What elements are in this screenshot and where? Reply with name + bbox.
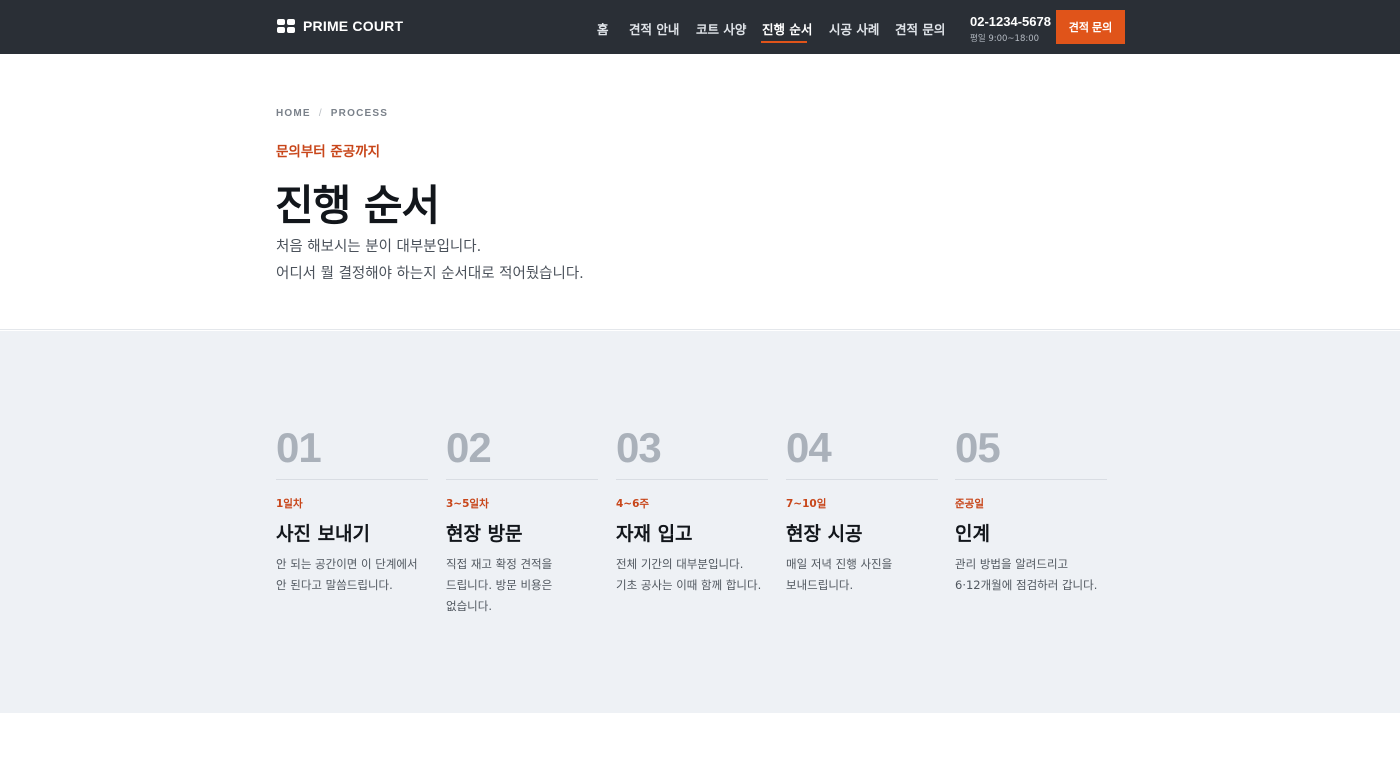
step-description: 전체 기간의 대부분입니다. 기초 공사는 이때 함께 합니다.: [616, 554, 768, 596]
quote-inquiry-button[interactable]: 견적 문의: [1056, 10, 1125, 44]
brand-name: PRIME COURT: [303, 18, 404, 34]
step-description: 매일 저녁 진행 사진을 보내드립니다.: [786, 554, 938, 596]
step-desc-line: 관리 방법을 알려드리고: [955, 557, 1069, 571]
step-card: 01 1일차 사진 보내기 안 되는 공간이면 이 단계에서 안 된다고 말씀드…: [276, 427, 428, 596]
step-desc-line: 기초 공사는 이때 함께 합니다.: [616, 578, 762, 592]
breadcrumb-separator: /: [318, 108, 323, 119]
step-title: 현장 시공: [786, 523, 863, 545]
hero-section: HOME / PROCESS 문의부터 준공까지 진행 순서 처음 해보시는 분…: [0, 54, 1400, 330]
step-number: 01: [276, 424, 322, 471]
lead-line: 처음 해보시는 분이 대부분입니다.: [276, 239, 482, 255]
step-description: 안 되는 공간이면 이 단계에서 안 된다고 말씀드립니다.: [276, 554, 428, 596]
brand-logo[interactable]: PRIME COURT: [277, 18, 403, 34]
step-desc-line: 안 되는 공간이면 이 단계에서: [276, 557, 418, 571]
step-desc-line: 직접 재고 확정 견적을: [446, 557, 553, 571]
process-steps: 01 1일차 사진 보내기 안 되는 공간이면 이 단계에서 안 된다고 말씀드…: [0, 331, 1400, 713]
step-timing: 준공일: [955, 498, 984, 510]
phone-number[interactable]: 02-1234-5678: [970, 14, 1051, 29]
step-desc-line: 드립니다. 방문 비용은: [446, 578, 553, 592]
step-number: 05: [955, 424, 1001, 471]
active-nav-indicator: [761, 41, 807, 43]
page-title: 진행 순서: [275, 181, 440, 230]
step-title: 자재 입고: [616, 523, 693, 545]
breadcrumb-current: PROCESS: [330, 108, 389, 119]
eyebrow-text: 문의부터 준공까지: [276, 144, 381, 160]
step-timing: 1일차: [276, 498, 303, 510]
step-card: 02 3~5일차 현장 방문 직접 재고 확정 견적을 드립니다. 방문 비용은…: [446, 427, 598, 617]
step-timing: 7~10일: [786, 498, 827, 510]
nav-home[interactable]: 홈: [597, 19, 609, 38]
logo-icon: [277, 19, 295, 33]
breadcrumb: HOME / PROCESS: [276, 108, 388, 119]
step-description: 관리 방법을 알려드리고 6·12개월에 점검하러 갑니다.: [955, 554, 1107, 596]
site-header: PRIME COURT 홈 견적 안내 코트 사양 진행 순서 시공 사례 견적…: [0, 0, 1400, 54]
nav-court-specs[interactable]: 코트 사양: [696, 19, 746, 38]
step-timing: 3~5일차: [446, 498, 489, 510]
step-desc-line: 매일 저녁 진행 사진을: [786, 557, 893, 571]
step-card: 04 7~10일 현장 시공 매일 저녁 진행 사진을 보내드립니다.: [786, 427, 938, 596]
step-desc-line: 안 된다고 말씀드립니다.: [276, 578, 393, 592]
step-number: 03: [616, 424, 662, 471]
step-title: 인계: [955, 523, 990, 545]
step-card: 05 준공일 인계 관리 방법을 알려드리고 6·12개월에 점검하러 갑니다.: [955, 427, 1107, 596]
nav-pricing[interactable]: 견적 안내: [629, 19, 679, 38]
step-desc-line: 전체 기간의 대부분입니다.: [616, 557, 744, 571]
step-divider: [955, 479, 1107, 480]
lead-text: 처음 해보시는 분이 대부분입니다. 어디서 뭘 결정해야 하는지 순서대로 적…: [276, 234, 584, 288]
step-divider: [616, 479, 768, 480]
step-timing: 4~6주: [616, 498, 650, 510]
business-hours: 평일 9:00~18:00: [970, 34, 1040, 44]
step-divider: [276, 479, 428, 480]
nav-process[interactable]: 진행 순서: [762, 19, 812, 38]
step-desc-line: 없습니다.: [446, 599, 492, 613]
step-title: 현장 방문: [446, 523, 523, 545]
step-card: 03 4~6주 자재 입고 전체 기간의 대부분입니다. 기초 공사는 이때 함…: [616, 427, 768, 596]
step-desc-line: 보내드립니다.: [786, 578, 854, 592]
lead-line: 어디서 뭘 결정해야 하는지 순서대로 적어뒀습니다.: [276, 266, 584, 282]
breadcrumb-home[interactable]: HOME: [276, 108, 311, 119]
contact-info: 02-1234-5678 평일 9:00~18:00: [970, 14, 1051, 44]
step-desc-line: 6·12개월에 점검하러 갑니다.: [955, 578, 1098, 592]
step-divider: [786, 479, 938, 480]
step-number: 04: [786, 424, 832, 471]
nav-inquiry[interactable]: 견적 문의: [895, 19, 945, 38]
step-title: 사진 보내기: [276, 523, 371, 545]
step-number: 02: [446, 424, 492, 471]
nav-cases[interactable]: 시공 사례: [829, 19, 879, 38]
step-description: 직접 재고 확정 견적을 드립니다. 방문 비용은 없습니다.: [446, 554, 598, 617]
step-divider: [446, 479, 598, 480]
